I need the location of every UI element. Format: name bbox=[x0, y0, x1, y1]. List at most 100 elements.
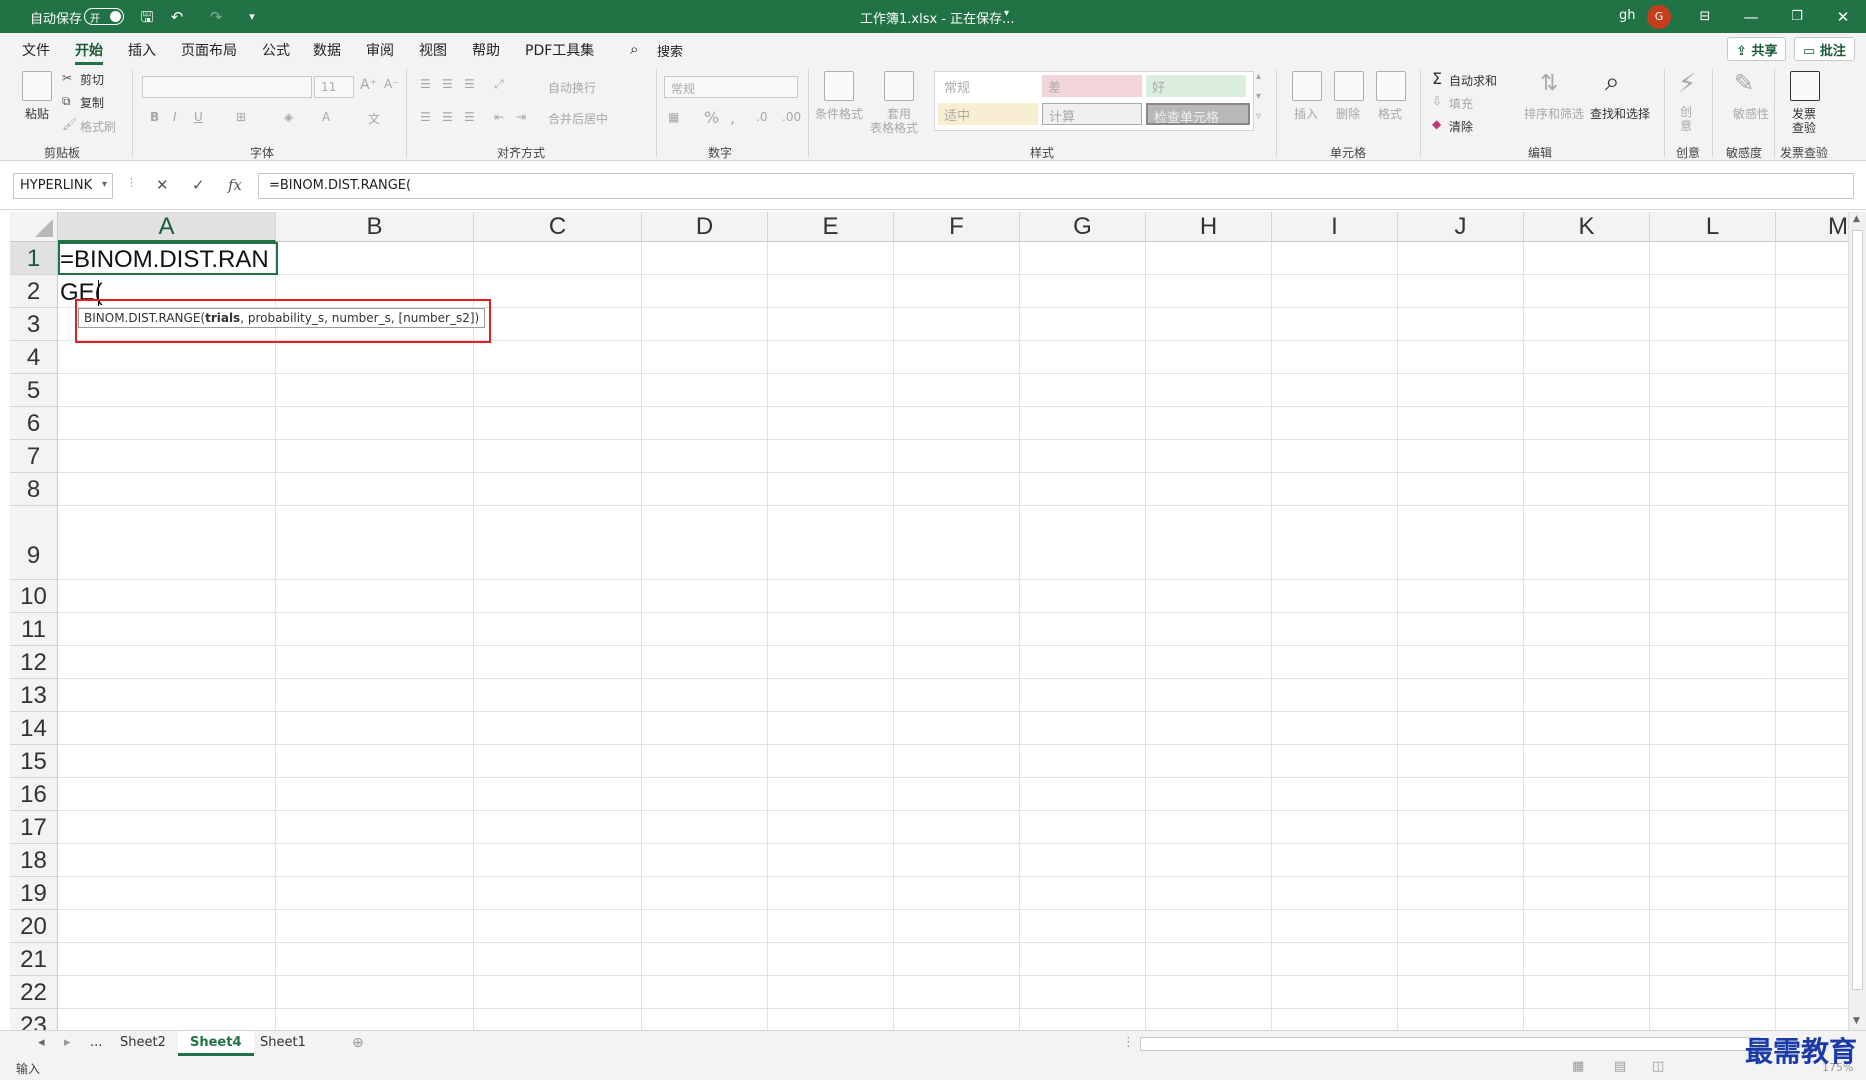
column-header-d[interactable]: D bbox=[642, 212, 768, 242]
row-header-12[interactable]: 12 bbox=[10, 646, 58, 679]
copy-icon[interactable]: ⧉ bbox=[62, 94, 71, 109]
row-header-5[interactable]: 5 bbox=[10, 374, 58, 407]
fill-icon[interactable]: ⇩ bbox=[1432, 94, 1442, 108]
column-header-i[interactable]: I bbox=[1272, 212, 1398, 242]
row-header-19[interactable]: 19 bbox=[10, 877, 58, 910]
tab-formulas[interactable]: 公式 bbox=[262, 40, 290, 60]
cut-icon[interactable]: ✂ bbox=[62, 71, 72, 85]
tab-home[interactable]: 开始 bbox=[75, 40, 103, 65]
sheet-tab-sheet2[interactable]: Sheet2 bbox=[108, 1031, 178, 1056]
restore-icon[interactable]: ❐ bbox=[1786, 6, 1808, 28]
insert-cells-icon[interactable] bbox=[1292, 71, 1322, 101]
scroll-thumb[interactable] bbox=[1852, 230, 1863, 990]
sheet-tab-sheet1[interactable]: Sheet1 bbox=[248, 1031, 318, 1056]
formula-input[interactable]: =BINOM.DIST.RANGE( bbox=[258, 173, 1854, 199]
vertical-scrollbar[interactable]: ▲ ▼ bbox=[1848, 212, 1866, 1030]
page-break-view-icon[interactable]: ◫ bbox=[1652, 1059, 1664, 1074]
gallery-down-icon[interactable]: ▾ bbox=[1256, 91, 1261, 102]
scroll-down-icon[interactable]: ▼ bbox=[1853, 1016, 1860, 1026]
column-header-m[interactable]: M bbox=[1776, 212, 1848, 242]
tab-view[interactable]: 视图 bbox=[419, 40, 447, 60]
name-box[interactable]: HYPERLINK ▾ bbox=[13, 173, 113, 199]
minimize-icon[interactable]: — bbox=[1740, 6, 1762, 28]
close-icon[interactable]: ✕ bbox=[1832, 6, 1854, 28]
format-painter-button[interactable]: 格式刷 bbox=[80, 118, 116, 135]
share-button[interactable]: ⇪ 共享 bbox=[1727, 37, 1787, 61]
row-header-9[interactable]: 9 bbox=[10, 506, 58, 580]
wrap-text-button[interactable]: 自动换行 bbox=[548, 79, 596, 96]
autosave-toggle[interactable]: 开 bbox=[84, 8, 124, 25]
row-header-18[interactable]: 18 bbox=[10, 844, 58, 877]
row-header-21[interactable]: 21 bbox=[10, 943, 58, 976]
paste-icon[interactable] bbox=[22, 71, 52, 101]
fill-color-icon[interactable]: ◈ bbox=[284, 110, 293, 124]
ribbon-display-icon[interactable]: ⊟ bbox=[1694, 6, 1716, 28]
italic-icon[interactable]: I bbox=[173, 110, 177, 124]
format-cells-button[interactable]: 格式 bbox=[1378, 105, 1402, 122]
table-format-icon[interactable] bbox=[884, 71, 914, 101]
autosum-button[interactable]: 自动求和 bbox=[1449, 72, 1497, 89]
page-layout-view-icon[interactable]: ▤ bbox=[1614, 1059, 1626, 1074]
style-normal[interactable]: 常规 bbox=[938, 75, 1038, 97]
underline-icon[interactable]: U bbox=[194, 110, 203, 124]
row-header-16[interactable]: 16 bbox=[10, 778, 58, 811]
format-painter-icon[interactable]: 🖌 bbox=[62, 117, 77, 131]
normal-view-icon[interactable]: ▦ bbox=[1572, 1059, 1584, 1074]
align-top-icon[interactable]: ☰ bbox=[420, 77, 431, 91]
sheet-tab-sheet4[interactable]: Sheet4 bbox=[178, 1031, 254, 1056]
row-header-15[interactable]: 15 bbox=[10, 745, 58, 778]
save-icon[interactable]: 🖫 bbox=[136, 6, 158, 28]
select-all-button[interactable] bbox=[10, 212, 58, 242]
align-bottom-icon[interactable]: ☰ bbox=[464, 77, 475, 91]
copy-button[interactable]: 复制 bbox=[80, 94, 104, 111]
invoice-check-icon[interactable] bbox=[1790, 71, 1820, 101]
cut-button[interactable]: 剪切 bbox=[80, 71, 104, 88]
find-select-icon[interactable]: ⌕ bbox=[1605, 67, 1620, 98]
title-dropdown-icon[interactable]: ▾ bbox=[1004, 8, 1009, 19]
column-header-g[interactable]: G bbox=[1020, 212, 1146, 242]
align-middle-icon[interactable]: ☰ bbox=[442, 77, 453, 91]
insert-cells-button[interactable]: 插入 bbox=[1294, 105, 1318, 122]
column-header-f[interactable]: F bbox=[894, 212, 1020, 242]
delete-cells-icon[interactable] bbox=[1334, 71, 1364, 101]
conditional-format-button[interactable]: 条件格式 bbox=[815, 105, 863, 122]
increase-decimal-icon[interactable]: .0 bbox=[756, 110, 767, 124]
decrease-decimal-icon[interactable]: .00 bbox=[782, 110, 801, 124]
font-color-icon[interactable]: A bbox=[322, 110, 330, 124]
clear-button[interactable]: 清除 bbox=[1449, 118, 1473, 135]
delete-cells-button[interactable]: 删除 bbox=[1336, 105, 1360, 122]
align-center-icon[interactable]: ☰ bbox=[442, 110, 453, 124]
find-select-button[interactable]: 查找和选择 bbox=[1590, 105, 1650, 122]
fill-button[interactable]: 填充 bbox=[1449, 95, 1473, 112]
indent-increase-icon[interactable]: ⇥ bbox=[516, 110, 526, 124]
row-header-6[interactable]: 6 bbox=[10, 407, 58, 440]
horizontal-scrollbar[interactable] bbox=[1140, 1037, 1760, 1051]
gallery-up-icon[interactable]: ▴ bbox=[1256, 71, 1261, 82]
percent-icon[interactable]: % bbox=[704, 108, 719, 127]
search-label[interactable]: 搜索 bbox=[657, 41, 683, 60]
tab-pdf-tools[interactable]: PDF工具集 bbox=[525, 40, 594, 60]
confirm-icon[interactable]: ✓ bbox=[192, 176, 205, 194]
column-header-l[interactable]: L bbox=[1650, 212, 1776, 242]
column-header-h[interactable]: H bbox=[1146, 212, 1272, 242]
style-neutral[interactable]: 适中 bbox=[938, 103, 1038, 125]
tab-data[interactable]: 数据 bbox=[313, 40, 341, 60]
row-header-2[interactable]: 2 bbox=[10, 275, 58, 308]
align-right-icon[interactable]: ☰ bbox=[464, 110, 475, 124]
comments-button[interactable]: ▭ 批注 bbox=[1794, 37, 1855, 61]
creative-button[interactable]: 创意 bbox=[1680, 105, 1694, 133]
row-header-11[interactable]: 11 bbox=[10, 613, 58, 646]
sensitivity-button[interactable]: 敏感性 bbox=[1733, 105, 1769, 122]
insert-function-icon[interactable]: fx bbox=[228, 176, 242, 194]
conditional-format-icon[interactable] bbox=[824, 71, 854, 101]
tab-file[interactable]: 文件 bbox=[22, 40, 50, 60]
tab-insert[interactable]: 插入 bbox=[128, 40, 156, 60]
tab-review[interactable]: 审阅 bbox=[366, 40, 394, 60]
sort-filter-button[interactable]: 排序和筛选 bbox=[1524, 105, 1584, 122]
row-header-3[interactable]: 3 bbox=[10, 308, 58, 341]
user-name[interactable]: gh bbox=[1619, 8, 1636, 23]
row-header-8[interactable]: 8 bbox=[10, 473, 58, 506]
column-header-b[interactable]: B bbox=[276, 212, 474, 242]
customize-toolbar-icon[interactable]: ▾ bbox=[241, 6, 263, 28]
column-header-c[interactable]: C bbox=[474, 212, 642, 242]
